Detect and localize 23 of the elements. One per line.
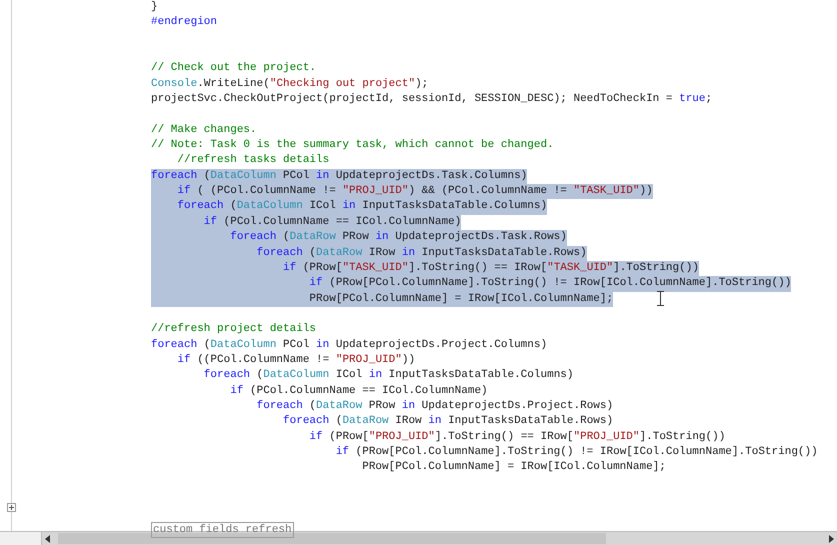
code-line: projectSvc.CheckOutProject(projectId, sessionId, SESSION_DESC); NeedToCheckIn = true; [151, 92, 712, 108]
code-line: foreach (DataRow IRow in InputTasksDataTable.Rows) [282, 414, 614, 430]
code-line: foreach (DataColumn ICol in InputTasksDataTable.Columns) [202, 368, 574, 384]
scroll-right-icon[interactable] [829, 534, 834, 542]
code-line: } [151, 0, 158, 15]
code-line: // Check out the project. [151, 61, 316, 76]
code-line: //refresh tasks details [176, 153, 330, 168]
code-line: PRow[PCol.ColumnName] = IRow[ICol.ColumnName]; [361, 460, 666, 476]
code-line: Console.WriteLine("Checking out project"); [151, 76, 428, 92]
expand-icon[interactable] [7, 503, 16, 512]
code-line: if ((PCol.ColumnName != "PROJ_UID")) [176, 352, 416, 368]
code-line: if (PRow[PCol.ColumnName].ToString() != IRow[ICol.ColumnName].ToString()) [334, 444, 818, 460]
code-line: //refresh project details [151, 322, 316, 338]
code-line: #endregion [151, 15, 218, 30]
code-line: if (PCol.ColumnName == ICol.ColumnName) [229, 384, 488, 399]
code-line: foreach (DataColumn PCol in UpdateprojectDs.Project.Columns) [151, 338, 548, 353]
code-line: foreach (DataRow PRow in UpdateprojectDs.Project.Rows) [256, 398, 614, 414]
code-line: // Make changes. [151, 122, 257, 138]
text-cursor-icon [657, 291, 664, 306]
code-line: // Note: Task 0 is the summary task, which cannot be changed. [151, 138, 554, 154]
code-line: if (PRow["PROJ_UID"].ToString() == IRow["PROJ_UID"].ToString()) [308, 430, 726, 445]
collapsed-region[interactable]: custom fields refresh [151, 522, 294, 538]
scroll-left-icon[interactable] [45, 534, 50, 542]
